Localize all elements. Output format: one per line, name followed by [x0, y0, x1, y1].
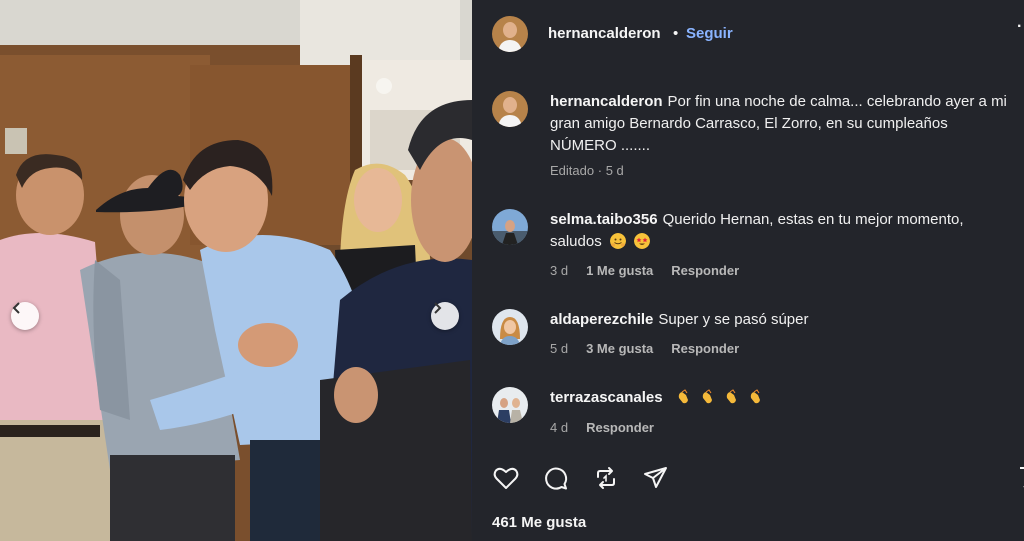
comment-likes[interactable]: 1 Me gusta: [586, 263, 653, 278]
clapping-hands-icon: [751, 389, 761, 404]
clapping-hands-icon: [726, 389, 737, 404]
reply-button[interactable]: Responder: [671, 341, 739, 356]
follow-button[interactable]: Seguir: [686, 25, 733, 42]
comment-username[interactable]: terrazascanales: [550, 389, 663, 406]
comment-time: 4 d: [550, 420, 569, 435]
clapping-hands-icon: [678, 389, 688, 404]
photo-illustration: [0, 0, 472, 541]
author-username[interactable]: hernancalderon: [548, 25, 661, 42]
comment-meta: 4 d Responder: [550, 420, 654, 435]
repost-icon[interactable]: [592, 464, 620, 492]
meta-separator: ·: [597, 163, 603, 178]
clapping-hands-icon: [702, 389, 712, 404]
author-avatar[interactable]: [492, 16, 528, 52]
more-options-icon[interactable]: ·: [1017, 18, 1022, 36]
header-separator: •: [673, 25, 679, 42]
commenter-avatar[interactable]: [492, 387, 528, 423]
comment-icon[interactable]: [542, 464, 570, 492]
chevron-left-icon: [12, 302, 20, 314]
caption-meta-text: Editado · 5 d: [550, 163, 624, 178]
comment-username[interactable]: selma.taibo356: [550, 211, 658, 228]
caption-username[interactable]: hernancalderon: [550, 93, 663, 110]
caption-text: hernancalderon Por fin una noche de calma…: [550, 91, 1016, 157]
bookmark-icon[interactable]: [1018, 466, 1024, 492]
reply-button[interactable]: Responder: [671, 263, 739, 278]
caption-time: 5 d: [605, 163, 624, 178]
post-photo[interactable]: [0, 0, 472, 541]
comment-text: terrazascanales: [550, 387, 1016, 409]
chevron-right-icon: [434, 302, 442, 314]
share-icon[interactable]: [642, 464, 670, 492]
hugging-face-icon: [609, 233, 626, 249]
comment-likes[interactable]: 3 Me gusta: [586, 341, 653, 356]
comment-username[interactable]: aldaperezchile: [550, 311, 653, 328]
heart-icon[interactable]: [492, 464, 520, 492]
comment-time: 5 d: [550, 341, 569, 356]
comment-text: aldaperezchile Super y se pasó súper: [550, 309, 1016, 331]
caption-meta: Editado · 5 d: [550, 163, 624, 178]
edited-label: Editado: [550, 163, 595, 178]
commenter-avatar[interactable]: [492, 209, 528, 245]
comment-body: Super y se pasó súper: [658, 311, 809, 328]
likes-count[interactable]: 461 Me gusta: [492, 514, 586, 531]
reply-button[interactable]: Responder: [586, 420, 654, 435]
comment-meta: 3 d 1 Me gusta Responder: [550, 263, 739, 278]
action-bar: [492, 464, 670, 492]
comment-text: selma.taibo356 Querido Hernan, estas en t…: [550, 209, 1016, 253]
star-struck-face-icon: [634, 233, 651, 249]
carousel-prev-button[interactable]: [11, 302, 39, 330]
commenter-avatar[interactable]: [492, 309, 528, 345]
post-header: hernancalderon • Seguir ·: [472, 0, 1024, 68]
post-side-panel: hernancalderon • Seguir · hernancalderon…: [472, 0, 1024, 541]
avatar-image: [492, 309, 528, 345]
caption-avatar[interactable]: [492, 91, 528, 127]
avatar-image: [492, 209, 528, 245]
carousel-next-button[interactable]: [431, 302, 459, 330]
comment-time: 3 d: [550, 263, 569, 278]
avatar-image: [492, 91, 528, 127]
avatar-image: [492, 16, 528, 52]
post-viewer: hernancalderon • Seguir · hernancalderon…: [0, 0, 1024, 541]
comment-meta: 5 d 3 Me gusta Responder: [550, 341, 739, 356]
avatar-image: [492, 387, 528, 423]
